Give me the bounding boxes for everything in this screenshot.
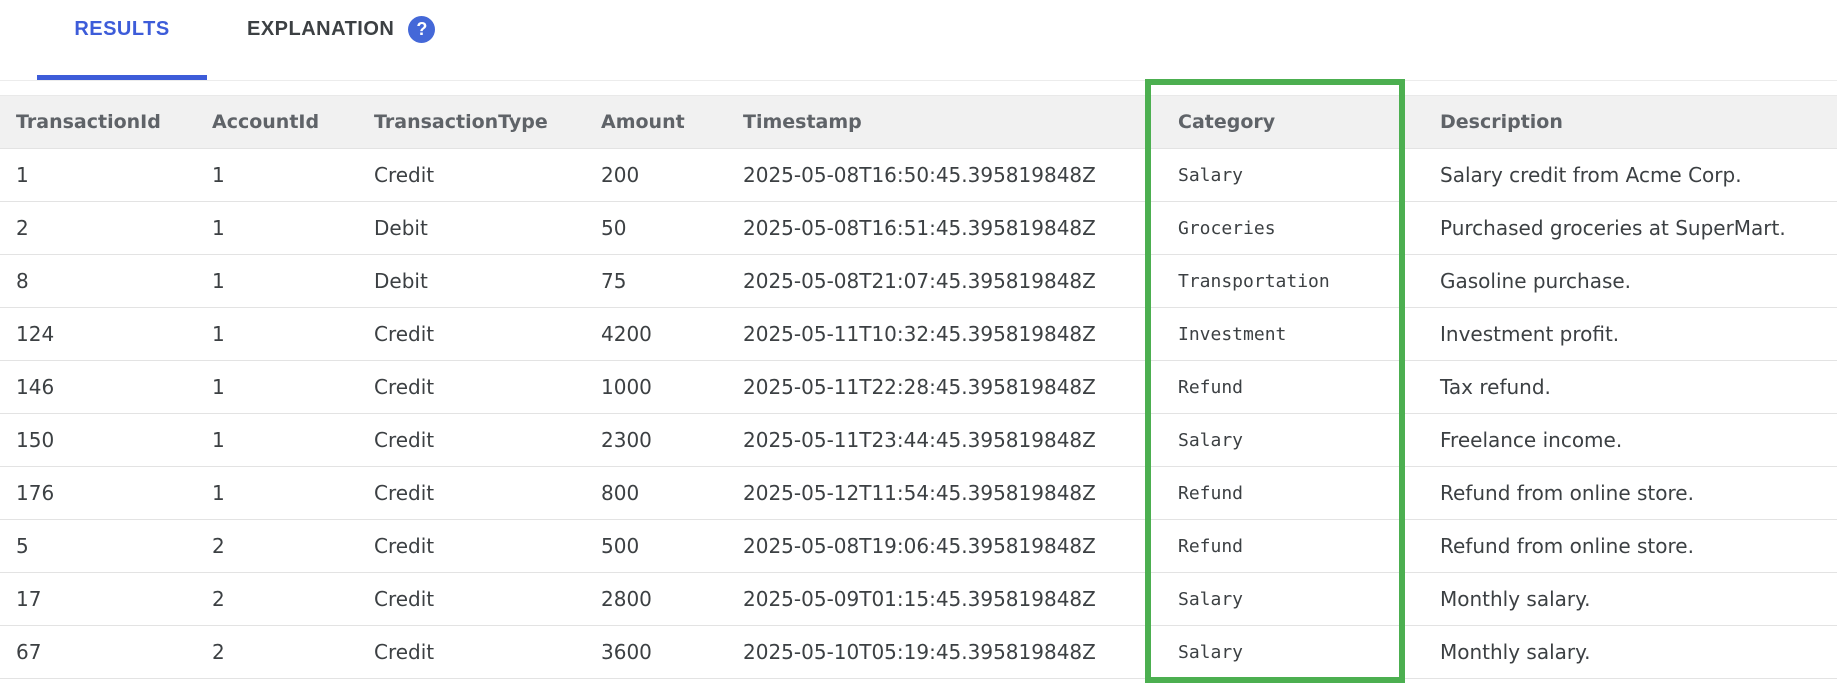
table-row: 1761Credit8002025-05-12T11:54:45.3958198… (0, 467, 1837, 520)
cell-timestamp: 2025-05-11T23:44:45.395819848Z (727, 414, 1162, 467)
cell-category: Refund (1162, 467, 1424, 520)
cell-transactionid: 124 (0, 308, 196, 361)
cell-transactiontype: Credit (358, 626, 585, 679)
cell-category: Salary (1162, 414, 1424, 467)
table-row: 1241Credit42002025-05-11T10:32:45.395819… (0, 308, 1837, 361)
cell-transactiontype: Credit (358, 467, 585, 520)
cell-accountid: 2 (196, 520, 358, 573)
cell-category: Transportation (1162, 255, 1424, 308)
cell-amount: 4200 (585, 308, 727, 361)
cell-transactionid: 146 (0, 361, 196, 414)
cell-category: Salary (1162, 626, 1424, 679)
column-header-amount: Amount (585, 96, 727, 149)
cell-transactiontype: Debit (358, 255, 585, 308)
cell-transactionid: 67 (0, 626, 196, 679)
cell-accountid: 1 (196, 149, 358, 202)
tab-results-label: RESULTS (74, 18, 169, 41)
cell-amount: 200 (585, 149, 727, 202)
cell-accountid: 1 (196, 255, 358, 308)
table-header-row: TransactionId AccountId TransactionType … (0, 96, 1837, 149)
tab-results[interactable]: RESULTS (37, 0, 207, 80)
tab-explanation[interactable]: EXPLANATION (207, 0, 408, 80)
cell-timestamp: 2025-05-11T22:28:45.395819848Z (727, 361, 1162, 414)
cell-accountid: 2 (196, 573, 358, 626)
cell-category: Investment (1162, 308, 1424, 361)
cell-accountid: 1 (196, 414, 358, 467)
cell-amount: 500 (585, 520, 727, 573)
cell-transactionid: 5 (0, 520, 196, 573)
column-header-category: Category (1162, 96, 1424, 149)
cell-transactiontype: Credit (358, 308, 585, 361)
table-body: 11Credit2002025-05-08T16:50:45.395819848… (0, 149, 1837, 679)
cell-description: Salary credit from Acme Corp. (1424, 149, 1837, 202)
table-row: 52Credit5002025-05-08T19:06:45.395819848… (0, 520, 1837, 573)
cell-timestamp: 2025-05-08T19:06:45.395819848Z (727, 520, 1162, 573)
table-row: 1501Credit23002025-05-11T23:44:45.395819… (0, 414, 1837, 467)
cell-amount: 1000 (585, 361, 727, 414)
cell-transactionid: 176 (0, 467, 196, 520)
cell-transactionid: 150 (0, 414, 196, 467)
cell-accountid: 1 (196, 202, 358, 255)
cell-amount: 50 (585, 202, 727, 255)
table-row: 672Credit36002025-05-10T05:19:45.3958198… (0, 626, 1837, 679)
cell-category: Salary (1162, 149, 1424, 202)
cell-accountid: 1 (196, 361, 358, 414)
cell-category: Salary (1162, 573, 1424, 626)
cell-description: Refund from online store. (1424, 520, 1837, 573)
cell-category: Refund (1162, 520, 1424, 573)
column-header-timestamp: Timestamp (727, 96, 1162, 149)
active-tab-underline (37, 75, 207, 80)
table-row: 11Credit2002025-05-08T16:50:45.395819848… (0, 149, 1837, 202)
cell-timestamp: 2025-05-08T16:51:45.395819848Z (727, 202, 1162, 255)
cell-amount: 800 (585, 467, 727, 520)
table-row: 21Debit502025-05-08T16:51:45.395819848ZG… (0, 202, 1837, 255)
table-row: 172Credit28002025-05-09T01:15:45.3958198… (0, 573, 1837, 626)
tabbar-table-gap (0, 81, 1837, 95)
cell-timestamp: 2025-05-10T05:19:45.395819848Z (727, 626, 1162, 679)
results-table: TransactionId AccountId TransactionType … (0, 95, 1837, 679)
cell-description: Monthly salary. (1424, 573, 1837, 626)
cell-transactiontype: Credit (358, 573, 585, 626)
cell-transactiontype: Credit (358, 361, 585, 414)
cell-description: Refund from online store. (1424, 467, 1837, 520)
cell-transactiontype: Credit (358, 414, 585, 467)
cell-description: Tax refund. (1424, 361, 1837, 414)
column-header-transactionid: TransactionId (0, 96, 196, 149)
cell-description: Purchased groceries at SuperMart. (1424, 202, 1837, 255)
cell-category: Refund (1162, 361, 1424, 414)
cell-description: Gasoline purchase. (1424, 255, 1837, 308)
cell-timestamp: 2025-05-11T10:32:45.395819848Z (727, 308, 1162, 361)
help-icon[interactable]: ? (408, 16, 435, 43)
cell-description: Freelance income. (1424, 414, 1837, 467)
cell-amount: 3600 (585, 626, 727, 679)
column-header-transactiontype: TransactionType (358, 96, 585, 149)
cell-description: Monthly salary. (1424, 626, 1837, 679)
cell-timestamp: 2025-05-12T11:54:45.395819848Z (727, 467, 1162, 520)
table-row: 81Debit752025-05-08T21:07:45.395819848ZT… (0, 255, 1837, 308)
cell-accountid: 1 (196, 467, 358, 520)
cell-amount: 2300 (585, 414, 727, 467)
cell-transactionid: 1 (0, 149, 196, 202)
cell-transactionid: 8 (0, 255, 196, 308)
cell-transactiontype: Debit (358, 202, 585, 255)
cell-transactionid: 17 (0, 573, 196, 626)
tab-explanation-label: EXPLANATION (247, 18, 394, 41)
cell-timestamp: 2025-05-09T01:15:45.395819848Z (727, 573, 1162, 626)
cell-transactionid: 2 (0, 202, 196, 255)
cell-transactiontype: Credit (358, 149, 585, 202)
cell-category: Groceries (1162, 202, 1424, 255)
cell-amount: 75 (585, 255, 727, 308)
column-header-description: Description (1424, 96, 1837, 149)
cell-accountid: 2 (196, 626, 358, 679)
table-row: 1461Credit10002025-05-11T22:28:45.395819… (0, 361, 1837, 414)
cell-amount: 2800 (585, 573, 727, 626)
column-header-accountid: AccountId (196, 96, 358, 149)
cell-timestamp: 2025-05-08T21:07:45.395819848Z (727, 255, 1162, 308)
cell-description: Investment profit. (1424, 308, 1837, 361)
cell-transactiontype: Credit (358, 520, 585, 573)
cell-accountid: 1 (196, 308, 358, 361)
tab-bar: RESULTS EXPLANATION ? (0, 0, 1837, 81)
cell-timestamp: 2025-05-08T16:50:45.395819848Z (727, 149, 1162, 202)
